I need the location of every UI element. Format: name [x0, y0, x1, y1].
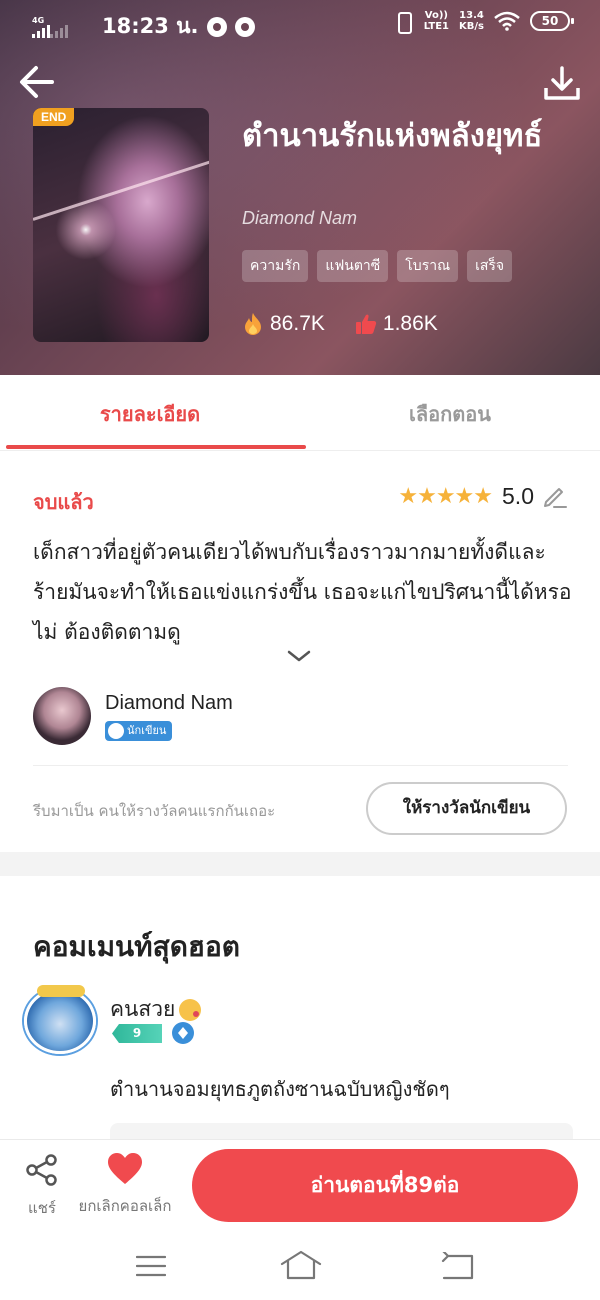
divider — [33, 765, 568, 766]
status-bar: 4G 18:23 น. Vo)) LTE1 13.4 KB/s 50 — [0, 0, 600, 46]
writer-badge-label: นักเขียน — [127, 724, 167, 737]
signal-icon — [32, 24, 50, 38]
comment-avatar[interactable] — [24, 985, 96, 1054]
reward-author-button[interactable]: ให้รางวัลนักเขียน — [366, 782, 567, 835]
tag-love[interactable]: ความรัก — [242, 250, 309, 282]
chrome-icon-2 — [234, 16, 255, 37]
detail-tabs: รายละเอียด เลือกตอน — [0, 375, 600, 451]
menu-icon[interactable] — [136, 1254, 166, 1278]
likes-count: 1.86K — [382, 312, 438, 335]
speed-value: 13.4 — [459, 10, 484, 21]
unfavorite-label: ยกเลิกคอลเล็ก — [78, 1197, 172, 1215]
bottom-action-bar: แชร์ ยกเลิกคอลเล็ก อ่านตอนที่89ต่อ — [0, 1139, 600, 1232]
volte-line-2: LTE1 — [423, 21, 450, 32]
rating-stars: ★★★★★ — [398, 483, 493, 509]
arrow-left-icon[interactable] — [18, 62, 58, 102]
download-icon[interactable] — [542, 64, 582, 104]
end-badge: END — [33, 108, 75, 126]
writer-badge: นักเขียน — [105, 721, 173, 741]
book-title: ตำนานรักแห่งพลังยุทธ์ — [242, 118, 543, 154]
share-icon — [26, 1154, 57, 1186]
author-name[interactable]: Diamond Nam — [105, 692, 233, 715]
flame-icon — [245, 313, 261, 335]
heart-icon — [108, 1153, 142, 1184]
tab-details[interactable]: รายละเอียด — [0, 375, 300, 451]
author-row[interactable]: Diamond Nam นักเขียน — [33, 687, 573, 749]
rating: ★★★★★ 5.0 — [398, 482, 568, 510]
writer-badge-icon — [108, 723, 124, 739]
wifi-icon — [494, 11, 520, 31]
network-indicator: 4G — [32, 16, 68, 38]
vibrate-icon — [392, 10, 414, 34]
genre-tags: ความรัก แฟนตาซี โบราณ เสร็จ — [242, 250, 513, 282]
book-hero: 4G 18:23 น. Vo)) LTE1 13.4 KB/s 50 END ต… — [0, 0, 600, 375]
tag-completed[interactable]: เสร็จ — [467, 250, 513, 282]
active-tab-indicator — [6, 445, 306, 449]
home-icon[interactable] — [280, 1250, 322, 1280]
cover-light-beam — [33, 156, 209, 221]
tag-fantasy[interactable]: แฟนตาซี — [317, 250, 389, 282]
battery-icon: 50 — [530, 11, 574, 31]
kiss-emoji-icon — [179, 999, 202, 1021]
chevron-down-icon[interactable] — [286, 648, 312, 664]
volte-line-1: Vo)) — [424, 10, 448, 21]
book-author[interactable]: Diamond Nam — [242, 208, 357, 229]
views-count: 86.7K — [270, 312, 325, 335]
chrome-icon — [206, 16, 227, 37]
book-stats: 86.7K 1.86K — [242, 312, 438, 336]
user-level-badge: 9 — [112, 1024, 162, 1043]
unfavorite-button[interactable]: ยกเลิกคอลเล็ก — [68, 1152, 182, 1218]
speed-unit: KB/s — [459, 21, 484, 32]
share-button[interactable]: แชร์ — [20, 1152, 64, 1220]
tag-ancient[interactable]: โบราณ — [397, 250, 459, 282]
hot-comments-title: คอมเมนท์สุดฮอต — [33, 930, 240, 963]
book-cover[interactable]: END — [33, 108, 209, 342]
avatar-frame-crown — [37, 985, 85, 997]
clock: 18:23 น. — [102, 14, 199, 38]
system-nav-bar — [0, 1232, 600, 1300]
network-speed: 13.4 KB/s — [459, 10, 484, 32]
continue-reading-button[interactable]: อ่านตอนที่89ต่อ — [192, 1149, 578, 1222]
comment-text: ตำนานจอมยุทธภูตถังซานฉบับหญิงชัดๆ — [110, 1077, 450, 1101]
tab-chapters[interactable]: เลือกตอน — [300, 375, 600, 451]
section-separator — [0, 852, 600, 876]
pencil-icon[interactable] — [540, 482, 568, 510]
back-nav-icon[interactable] — [440, 1252, 474, 1280]
comment-username-text: คนสวย — [110, 997, 176, 1021]
volte-indicator: Vo)) LTE1 — [424, 10, 449, 32]
comment-username[interactable]: คนสวย — [110, 993, 202, 1026]
avatar[interactable] — [33, 687, 91, 745]
rating-value: 5.0 — [502, 482, 534, 509]
views-stat: 86.7K — [242, 312, 325, 336]
completion-status: จบแล้ว — [33, 490, 94, 514]
reward-prompt: รีบมาเป็น คนให้รางวัลคนแรกกันเถอะ — [33, 802, 276, 820]
book-description: เด็กสาวที่อยู่ตัวคนเดียวได้พบกับเรื่องรา… — [33, 540, 572, 644]
signal-secondary-icon — [50, 24, 68, 38]
thumbs-up-icon — [355, 314, 377, 334]
likes-stat: 1.86K — [355, 312, 438, 336]
user-rank-icon — [172, 1022, 194, 1044]
share-label: แชร์ — [28, 1199, 56, 1217]
